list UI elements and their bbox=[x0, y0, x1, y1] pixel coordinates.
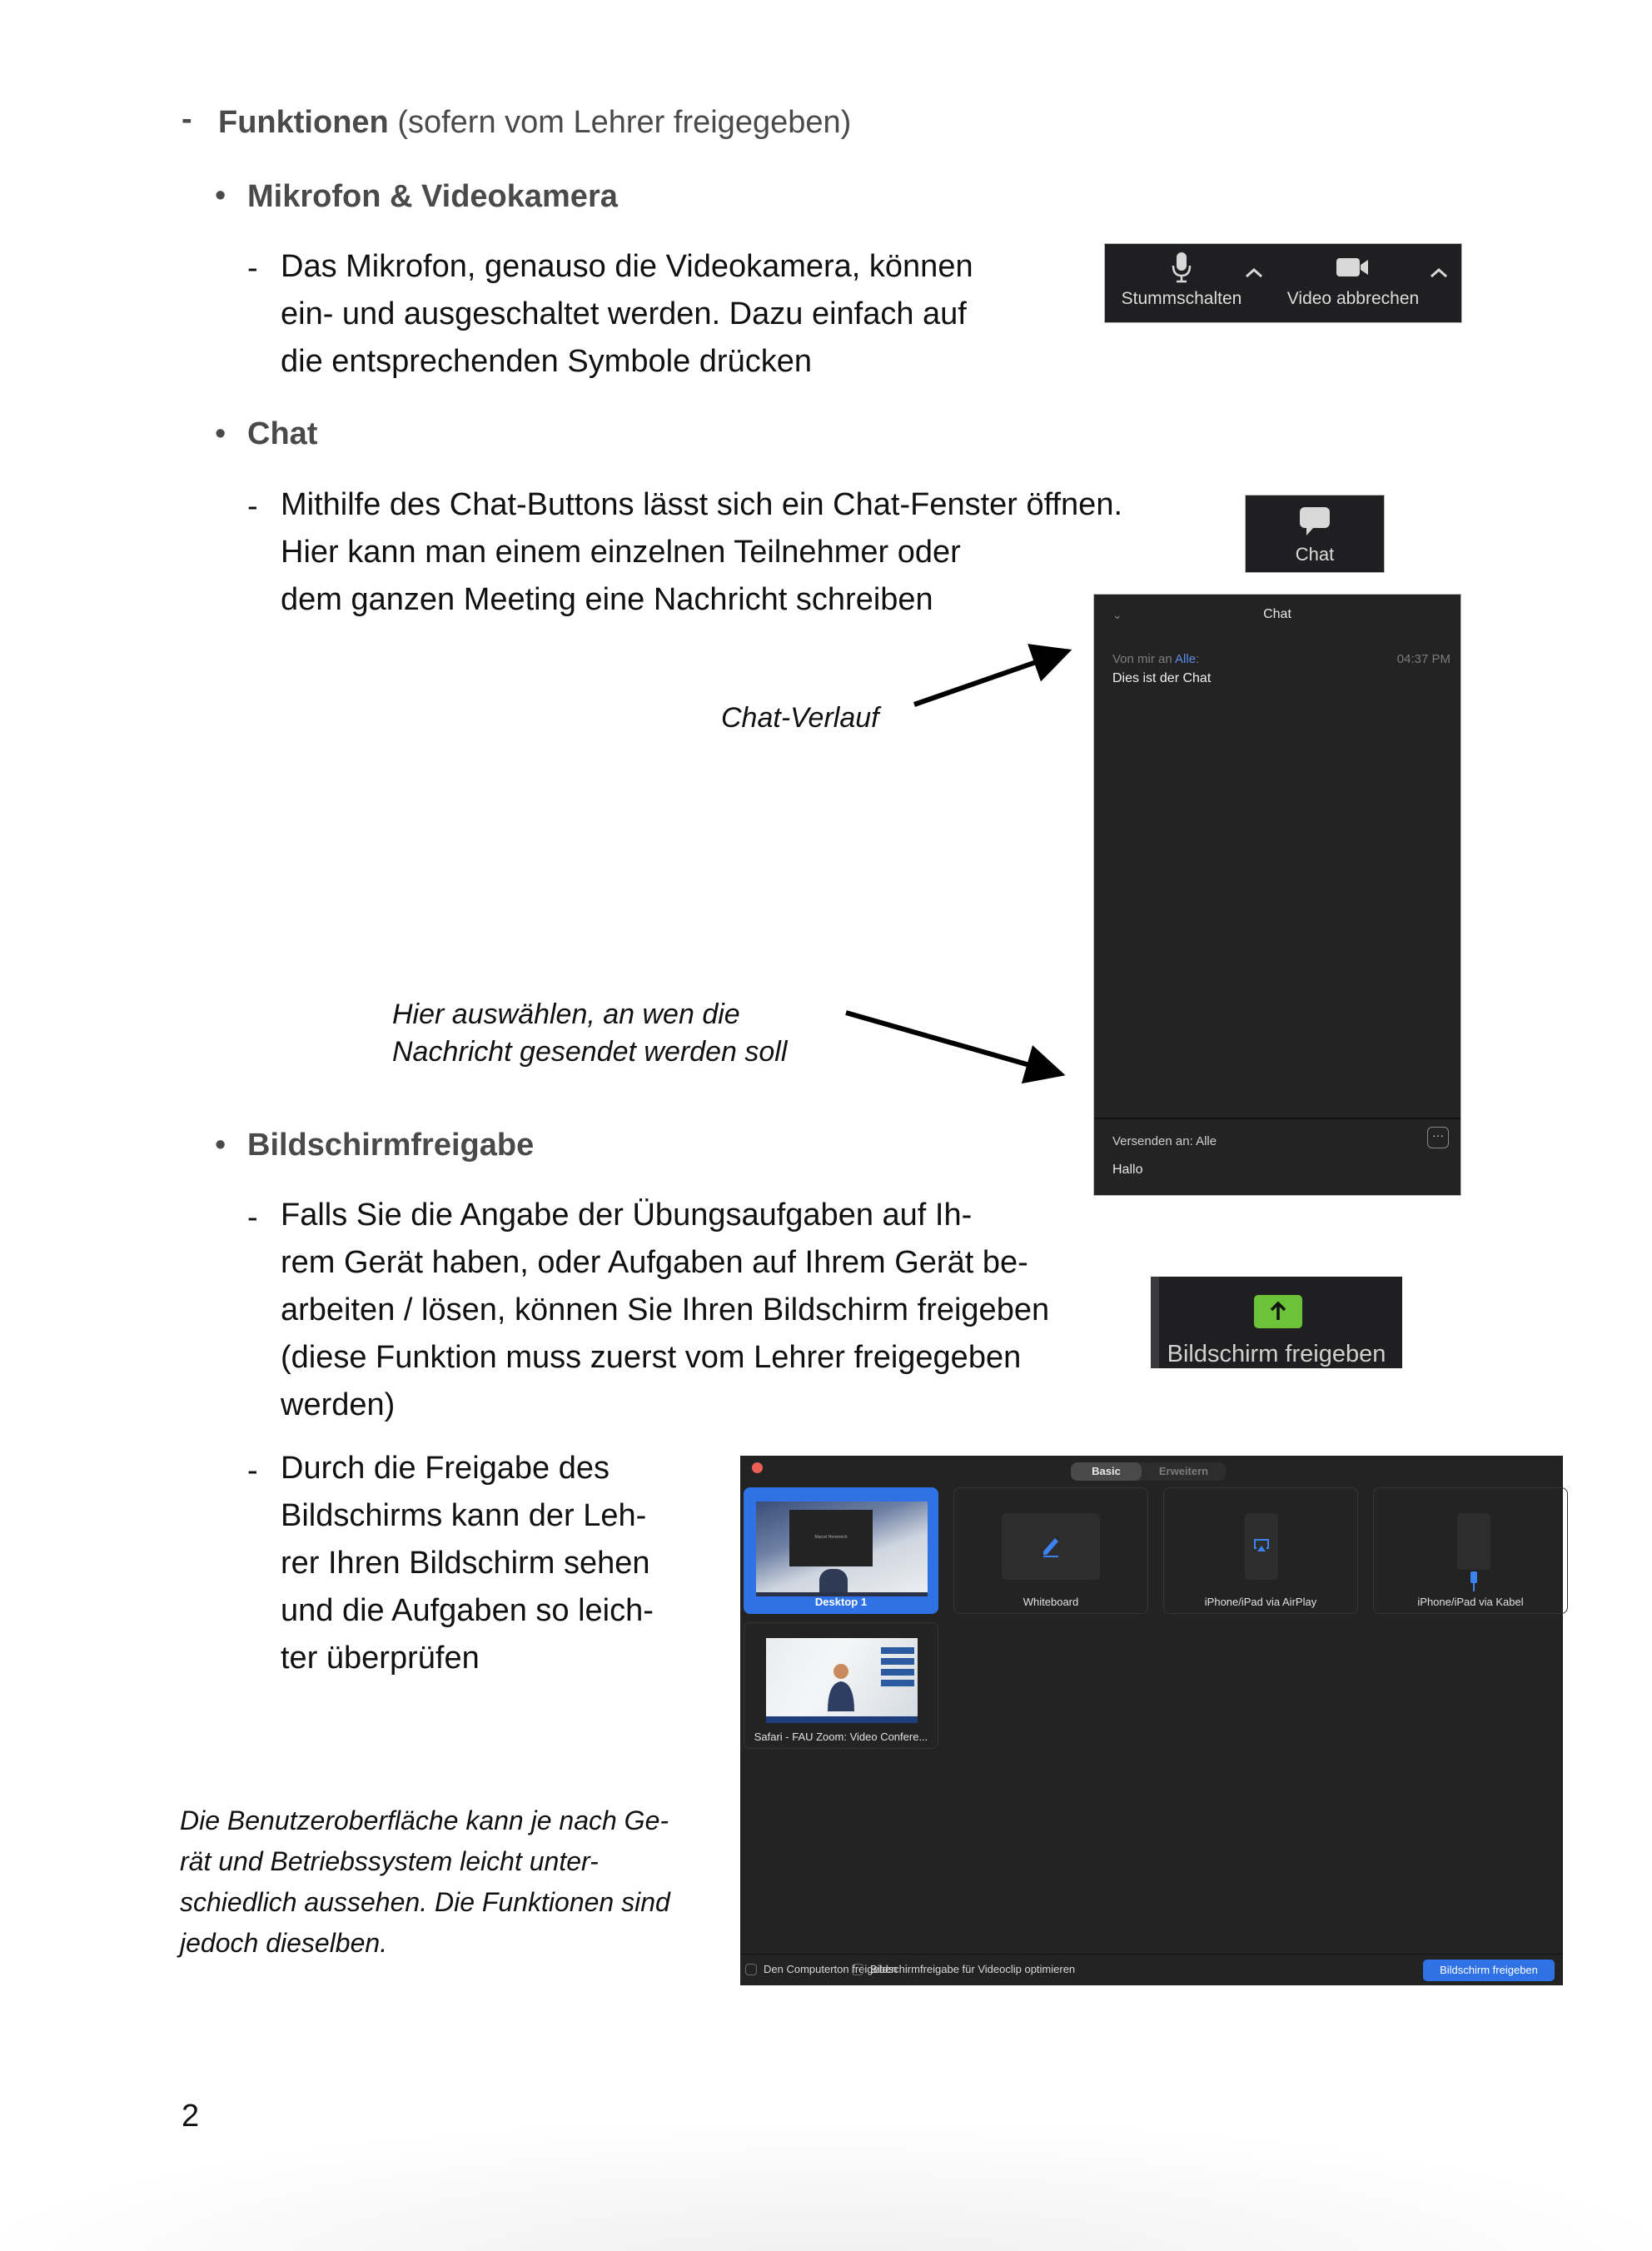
share-screen-confirm-button[interactable]: Bildschirm freigeben bbox=[1423, 1960, 1555, 1981]
cable-icon bbox=[1470, 1571, 1477, 1583]
thumbnail-person bbox=[828, 1664, 854, 1711]
arrow-chat-history bbox=[913, 644, 1072, 707]
whiteboard-preview bbox=[1002, 1513, 1100, 1580]
mute-button[interactable]: Stummschalten bbox=[1108, 251, 1255, 309]
text-line: und die Aufgaben so leich- bbox=[281, 1593, 654, 1628]
chevron-up-icon[interactable] bbox=[1243, 264, 1265, 281]
text-line: Durch die Freigabe des bbox=[281, 1451, 610, 1486]
tab-erweitern[interactable]: Erweitern bbox=[1142, 1462, 1226, 1481]
chat-button-label: Chat bbox=[1295, 544, 1335, 565]
text-line: rer Ihren Bildschirm sehen bbox=[281, 1546, 650, 1581]
text-line: (diese Funktion muss zuerst vom Lehrer f… bbox=[281, 1340, 1022, 1375]
page-number: 2 bbox=[182, 2099, 200, 2134]
chat-message-time: 04:37 PM bbox=[1396, 652, 1450, 666]
note-line: schiedlich aussehen. Die Funktionen sind bbox=[180, 1887, 670, 1917]
share-screen-label: Bildschirm freigeben bbox=[1167, 1341, 1386, 1367]
speech-bubble-icon bbox=[1300, 507, 1330, 535]
safari-thumbnail bbox=[766, 1638, 918, 1723]
tile-label: Safari - FAU Zoom: Video Confere... bbox=[754, 1731, 928, 1743]
text-line: ter überprüfen bbox=[281, 1641, 480, 1676]
share-screen-arrow-icon bbox=[1254, 1295, 1302, 1328]
share-tile-desktop[interactable]: Marcel Hemmrich Desktop 1 bbox=[744, 1487, 938, 1614]
optimize-video-label: Bildschirmfreigabe für Videoclip optimie… bbox=[870, 1963, 1076, 1975]
video-camera-icon bbox=[1336, 258, 1368, 276]
text-line: rem Gerät haben, oder Aufgaben auf Ihrem… bbox=[281, 1245, 1028, 1280]
mute-label: Stummschalten bbox=[1121, 289, 1242, 308]
paragraph-freigabe-2: Durch die Freigabe des Bildschirms kann … bbox=[281, 1445, 654, 1682]
zoom-toolbar: Stummschalten Video abbrechen bbox=[1104, 243, 1462, 323]
video-button[interactable]: Video abbrechen bbox=[1271, 251, 1435, 309]
close-window-button[interactable] bbox=[752, 1462, 763, 1473]
tile-label: Desktop 1 bbox=[814, 1596, 868, 1608]
paragraph-freigabe-1: Falls Sie die Angabe der Übungsaufgaben … bbox=[281, 1192, 1049, 1429]
optimize-video-checkbox[interactable] bbox=[852, 1964, 863, 1975]
chat-meta-colon: : bbox=[1196, 652, 1200, 666]
desktop-thumbnail: Marcel Hemmrich bbox=[756, 1501, 928, 1596]
thumbnail-bar bbox=[766, 1716, 918, 1723]
share-tile-safari[interactable]: Safari - FAU Zoom: Video Confere... bbox=[744, 1622, 938, 1749]
tab-basic[interactable]: Basic bbox=[1071, 1462, 1142, 1481]
chat-input[interactable]: Hallo bbox=[1112, 1163, 1142, 1178]
chat-window: ⌄ Chat Von mir an Alle: 04:37 PM Dies is… bbox=[1093, 594, 1461, 1196]
item-dash: - bbox=[247, 1453, 258, 1488]
share-tile-airplay[interactable]: iPhone/iPad via AirPlay bbox=[1163, 1487, 1358, 1614]
chat-recipient: Alle bbox=[1175, 652, 1197, 666]
phone-icon bbox=[1457, 1513, 1490, 1570]
disclaimer-note: Die Benutzeroberfläche kann je nach Ge- … bbox=[180, 1800, 670, 1964]
phone-icon bbox=[1245, 1513, 1278, 1580]
tile-label: iPhone/iPad via AirPlay bbox=[1204, 1596, 1317, 1608]
text-line: Falls Sie die Angabe der Übungsaufgaben … bbox=[281, 1198, 973, 1233]
chat-divider bbox=[1094, 1118, 1460, 1119]
text-line: arbeiten / lösen, können Sie Ihren Bilds… bbox=[281, 1292, 1050, 1327]
chat-sender: Von mir an bbox=[1112, 652, 1176, 666]
share-tile-whiteboard[interactable]: Whiteboard bbox=[953, 1487, 1148, 1614]
chat-message-meta: Von mir an Alle: bbox=[1112, 652, 1199, 666]
share-screen-button[interactable]: Bildschirm freigeben bbox=[1151, 1277, 1402, 1368]
video-label: Video abbrechen bbox=[1286, 289, 1420, 308]
topic-heading-bildschirmfreigabe: Bildschirmfreigabe bbox=[247, 1128, 535, 1163]
dialog-divider bbox=[740, 1954, 1563, 1955]
microphone-icon bbox=[1172, 252, 1192, 283]
thumbnail-window: Marcel Hemmrich bbox=[789, 1510, 873, 1566]
chat-button[interactable]: Chat bbox=[1245, 495, 1385, 573]
note-line: Die Benutzeroberfläche kann je nach Ge- bbox=[180, 1805, 669, 1835]
tile-label: iPhone/iPad via Kabel bbox=[1417, 1596, 1524, 1608]
arrow-recipient bbox=[845, 1010, 1066, 1084]
send-to-selector[interactable]: Versenden an: Alle bbox=[1112, 1134, 1217, 1148]
bullet: • bbox=[215, 1128, 226, 1163]
text-line: werden) bbox=[281, 1387, 396, 1422]
chevron-up-icon[interactable] bbox=[1428, 264, 1450, 281]
computer-audio-checkbox[interactable] bbox=[745, 1964, 757, 1975]
share-tile-cable[interactable]: iPhone/iPad via Kabel bbox=[1373, 1487, 1568, 1614]
note-line: rät und Betriebssystem leicht unter- bbox=[180, 1846, 599, 1876]
item-dash: - bbox=[247, 1200, 258, 1235]
tile-label: Whiteboard bbox=[1023, 1596, 1079, 1608]
note-line: jedoch dieselben. bbox=[180, 1928, 388, 1958]
airplay-icon bbox=[1254, 1539, 1269, 1551]
thumbnail-window-caption: Marcel Hemmrich bbox=[814, 1535, 848, 1540]
pencil-icon bbox=[1043, 1538, 1058, 1557]
chat-message-text: Dies ist der Chat bbox=[1112, 671, 1212, 685]
share-mode-tabs: Basic Erweitern bbox=[1071, 1462, 1226, 1481]
chat-window-title: Chat bbox=[1263, 607, 1291, 621]
more-options-icon[interactable]: ··· bbox=[1427, 1127, 1449, 1148]
share-screen-dialog: Basic Erweitern Marcel Hemmrich Desktop … bbox=[740, 1456, 1568, 1985]
text-line: Bildschirms kann der Leh- bbox=[281, 1498, 647, 1533]
cable-line bbox=[1473, 1583, 1475, 1591]
thumbnail-panel bbox=[881, 1643, 914, 1696]
thumbnail-person bbox=[819, 1569, 848, 1592]
